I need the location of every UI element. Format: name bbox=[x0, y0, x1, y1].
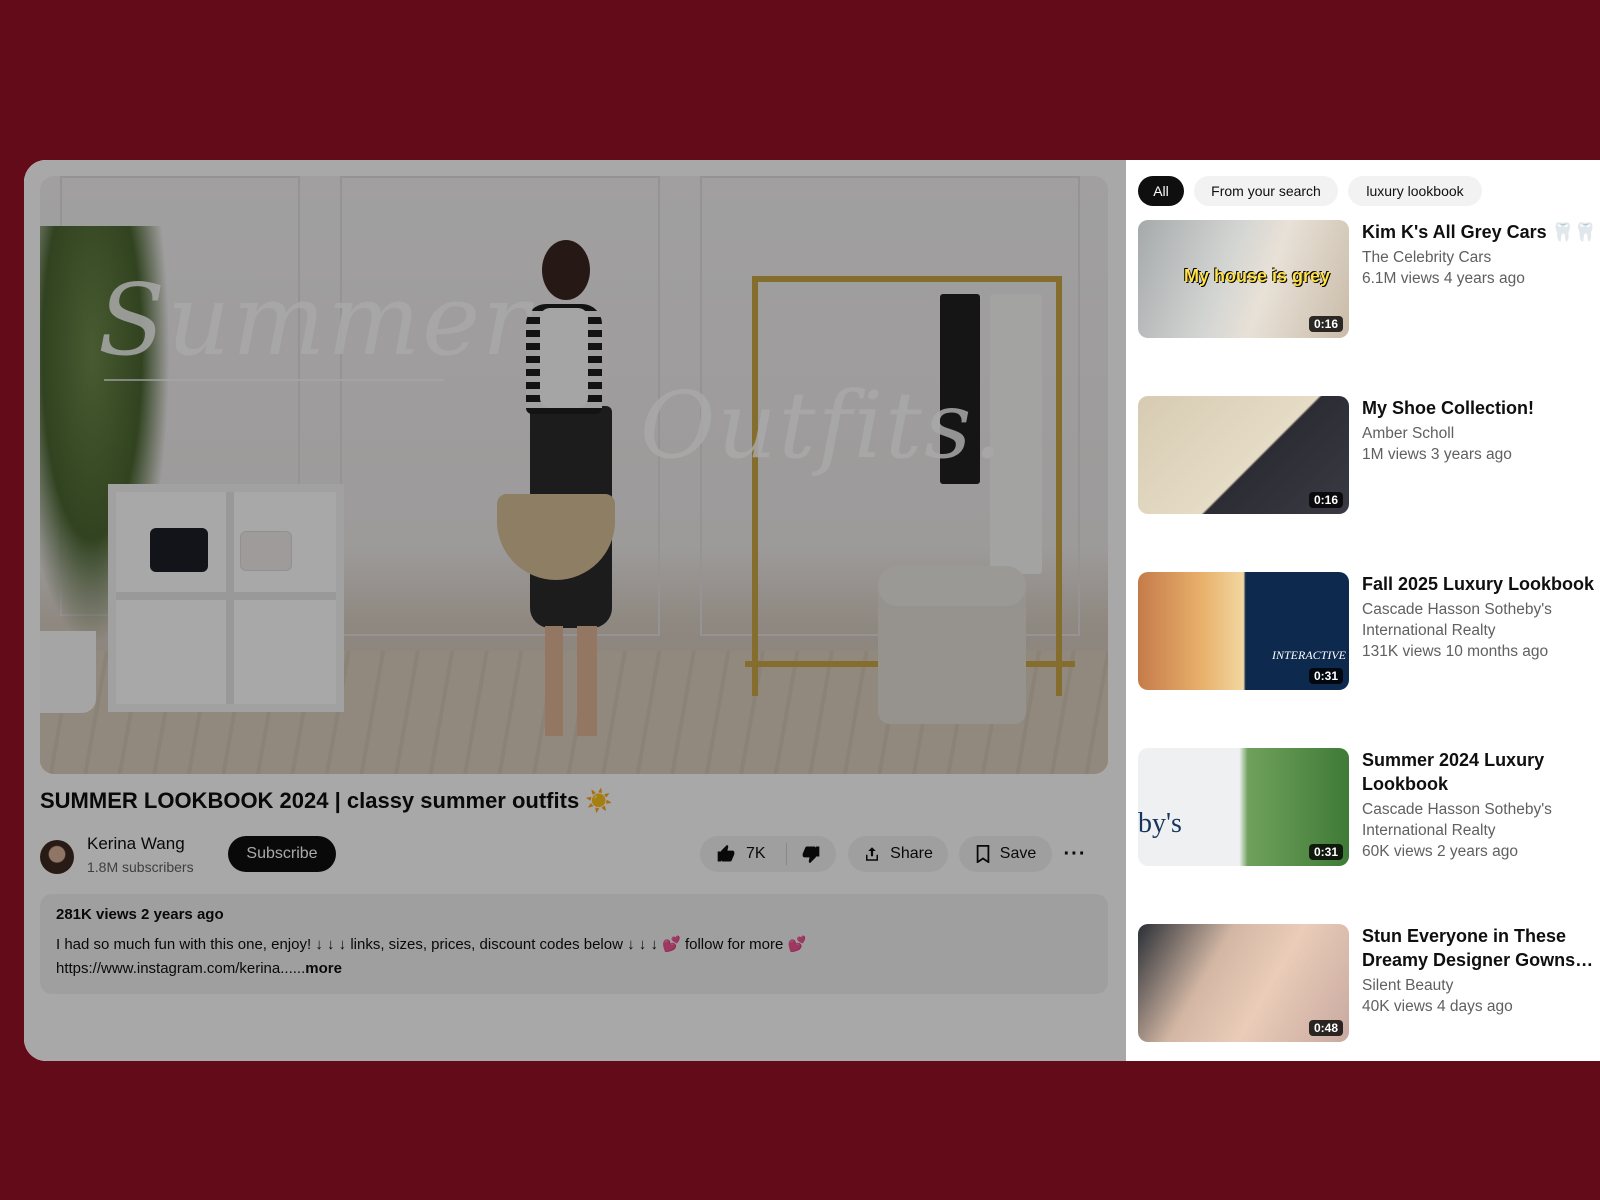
recommendation-item[interactable]: 0:16 My Shoe Collection! Amber Scholl 1M… bbox=[1138, 396, 1598, 516]
main-column: Summer Outfits. SUMMER LOOKBOOK 2024 | c… bbox=[24, 160, 1126, 1061]
thumbs-up-icon bbox=[716, 844, 736, 864]
recommendations-sidebar: All From your search luxury lookbook My … bbox=[1126, 160, 1600, 1061]
channel-name: Cascade Hasson Sotheby's International R… bbox=[1362, 601, 1552, 639]
thumbs-down-icon bbox=[801, 844, 821, 864]
video-thumbnail[interactable]: 0:48 bbox=[1138, 924, 1349, 1042]
instagram-link[interactable]: https://www.instagram.com/kerina...... bbox=[56, 960, 305, 977]
more-icon: ··· bbox=[1063, 842, 1087, 865]
chip-all[interactable]: All bbox=[1138, 176, 1184, 206]
chip-luxury-lookbook[interactable]: luxury lookbook bbox=[1348, 176, 1482, 206]
video-info: Kim K's All Grey Cars 🦷🦷 The Celebrity C… bbox=[1362, 220, 1598, 289]
like-count: 7K bbox=[746, 845, 766, 862]
ottoman-top bbox=[878, 566, 1026, 606]
video-thumbnail[interactable]: by's 0:31 bbox=[1138, 748, 1349, 866]
video-meta: 1M views 3 years ago bbox=[1362, 446, 1512, 463]
video-title[interactable]: Stun Everyone in These Dreamy Designer G… bbox=[1362, 924, 1598, 972]
video-duration: 0:16 bbox=[1308, 492, 1343, 508]
plant-pot bbox=[40, 631, 96, 713]
recommendation-item[interactable]: INTERACTIVE 0:31 Fall 2025 Luxury Lookbo… bbox=[1138, 572, 1598, 692]
recommendation-item[interactable]: by's 0:31 Summer 2024 Luxury Lookbook Ca… bbox=[1138, 748, 1598, 868]
video-duration: 0:48 bbox=[1308, 1020, 1343, 1036]
dislike-button[interactable] bbox=[787, 836, 835, 872]
subscribe-button[interactable]: Subscribe bbox=[228, 836, 336, 872]
channel-avatar[interactable] bbox=[40, 840, 74, 874]
video-info: Stun Everyone in These Dreamy Designer G… bbox=[1362, 924, 1598, 1017]
view-stats: 281K views 2 years ago bbox=[56, 906, 224, 923]
video-title: SUMMER LOOKBOOK 2024 | classy summer out… bbox=[40, 788, 613, 813]
video-meta: 131K views 10 months ago bbox=[1362, 643, 1549, 660]
channel-name: Cascade Hasson Sotheby's International R… bbox=[1362, 801, 1552, 839]
video-info: Fall 2025 Luxury Lookbook Cascade Hasson… bbox=[1362, 572, 1598, 662]
video-title[interactable]: Summer 2024 Luxury Lookbook bbox=[1362, 748, 1598, 796]
share-icon bbox=[863, 845, 881, 863]
video-overlay-subtitle: Outfits. bbox=[640, 372, 1005, 479]
channel-name: Amber Scholl bbox=[1362, 425, 1455, 442]
video-duration: 0:16 bbox=[1308, 316, 1343, 332]
thumbnail-caption: by's bbox=[1138, 808, 1182, 839]
description-box[interactable]: 281K views 2 years ago I had so much fun… bbox=[40, 894, 1108, 994]
wall-molding bbox=[340, 176, 660, 636]
video-overlay-title: Summer bbox=[98, 264, 531, 378]
video-title[interactable]: Fall 2025 Luxury Lookbook bbox=[1362, 572, 1598, 596]
person-legs bbox=[545, 626, 597, 736]
video-meta: 6.1M views 4 years ago bbox=[1362, 270, 1525, 287]
channel-name: The Celebrity Cars bbox=[1362, 249, 1492, 266]
description-line: https://www.instagram.com/kerina......mo… bbox=[56, 957, 1092, 981]
share-label: Share bbox=[890, 845, 933, 862]
video-duration: 0:31 bbox=[1308, 844, 1343, 860]
video-thumbnail[interactable]: 0:16 bbox=[1138, 396, 1349, 514]
show-more-link[interactable]: more bbox=[305, 960, 342, 977]
thumbnail-caption: My house is grey bbox=[1184, 266, 1331, 286]
video-meta: 60K views 2 years ago bbox=[1362, 843, 1518, 860]
person-head bbox=[542, 240, 590, 300]
youtube-watch-page: Summer Outfits. SUMMER LOOKBOOK 2024 | c… bbox=[24, 160, 1600, 1061]
share-button[interactable]: Share bbox=[848, 836, 948, 872]
save-label: Save bbox=[999, 845, 1037, 862]
video-thumbnail[interactable]: INTERACTIVE 0:31 bbox=[1138, 572, 1349, 690]
thumbnail-caption: INTERACTIVE bbox=[1272, 648, 1346, 662]
video-title[interactable]: Kim K's All Grey Cars 🦷🦷 bbox=[1362, 220, 1598, 244]
chip-from-your-search[interactable]: From your search bbox=[1194, 176, 1338, 206]
video-title[interactable]: My Shoe Collection! bbox=[1362, 396, 1598, 420]
description-line: I had so much fun with this one, enjoy! … bbox=[56, 936, 807, 953]
cube-shelf bbox=[108, 484, 344, 712]
video-duration: 0:31 bbox=[1308, 668, 1343, 684]
bookmark-icon bbox=[975, 845, 991, 863]
white-handbag bbox=[240, 531, 292, 571]
channel-name[interactable]: Kerina Wang bbox=[87, 834, 185, 854]
subscriber-count: 1.8M subscribers bbox=[87, 859, 194, 875]
black-handbag bbox=[150, 528, 208, 572]
overlay-divider bbox=[104, 379, 444, 381]
description-text: I had so much fun with this one, enjoy! … bbox=[56, 933, 1092, 981]
video-info: Summer 2024 Luxury Lookbook Cascade Hass… bbox=[1362, 748, 1598, 862]
recommendation-item[interactable]: 0:48 Stun Everyone in These Dreamy Desig… bbox=[1138, 924, 1598, 1044]
video-info: My Shoe Collection! Amber Scholl 1M view… bbox=[1362, 396, 1598, 465]
like-dislike-group: 7K bbox=[700, 836, 836, 872]
video-meta: 40K views 4 days ago bbox=[1362, 998, 1513, 1015]
more-actions-button[interactable]: ··· bbox=[1061, 836, 1089, 872]
recommendation-item[interactable]: My house is grey 0:16 Kim K's All Grey C… bbox=[1138, 220, 1598, 340]
person-tank-top bbox=[540, 308, 588, 408]
video-player[interactable]: Summer Outfits. bbox=[40, 176, 1108, 774]
like-button[interactable]: 7K bbox=[700, 836, 786, 872]
video-thumbnail[interactable]: My house is grey 0:16 bbox=[1138, 220, 1349, 338]
save-button[interactable]: Save bbox=[959, 836, 1052, 872]
channel-name: Silent Beauty bbox=[1362, 977, 1454, 994]
